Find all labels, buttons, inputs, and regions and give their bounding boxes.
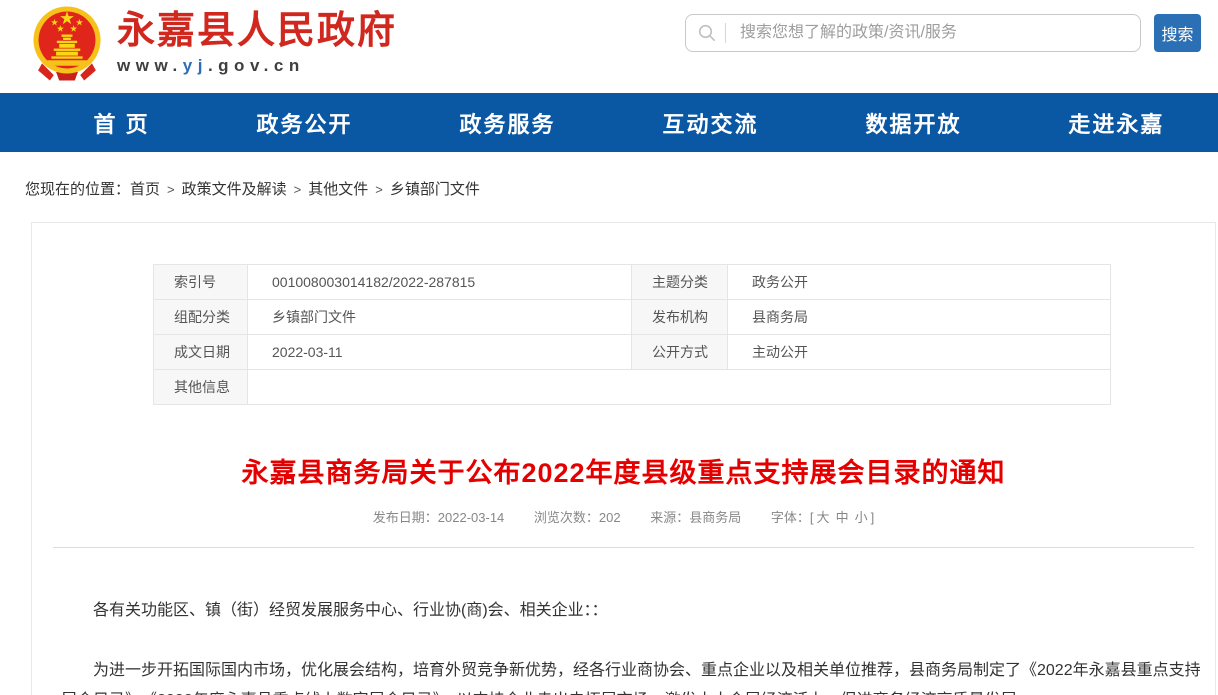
table-row: 其他信息 [154, 370, 1111, 405]
search-button[interactable]: 搜索 [1154, 14, 1201, 52]
site-header: 永嘉县人民政府 www.yj.gov.cn 搜索 [0, 0, 1218, 93]
article-paragraph: 为进一步开拓国际国内市场，优化展会结构，培育外贸竞争新优势，经各行业商协会、重点… [61, 656, 1205, 695]
table-row: 成文日期 2022-03-11 公开方式 主动公开 [154, 335, 1111, 370]
breadcrumb: 您现在的位置：首页 > 政策文件及解读 > 其他文件 > 乡镇部门文件 [0, 152, 1218, 222]
breadcrumb-separator: > [167, 182, 175, 197]
breadcrumb-other-docs[interactable]: 其他文件 [308, 181, 368, 198]
search-box [685, 14, 1141, 52]
search-area: 搜索 [685, 14, 1201, 52]
font-size-small-button[interactable]: 小 [855, 510, 868, 525]
article-salutation: 各有关功能区、镇（街）经贸发展服务中心、行业协(商)会、相关企业：： [61, 596, 1205, 626]
article-body: 各有关功能区、镇（街）经贸发展服务中心、行业协(商)会、相关企业：： 为进一步开… [32, 548, 1215, 695]
group-category-value: 乡镇部门文件 [248, 300, 632, 335]
content-panel: 索引号 001008003014182/2022-287815 主题分类 政务公… [31, 222, 1216, 695]
disclosure-method-label: 公开方式 [632, 335, 728, 370]
search-divider [725, 23, 726, 43]
issue-date-label: 成文日期 [154, 335, 248, 370]
brand-text: 永嘉县人民政府 www.yj.gov.cn [117, 4, 397, 76]
national-emblem-icon [28, 4, 106, 90]
breadcrumb-prefix: 您现在的位置： [25, 181, 130, 198]
breadcrumb-separator: > [294, 182, 302, 197]
site-logo-link[interactable]: 永嘉县人民政府 www.yj.gov.cn [28, 4, 397, 90]
nav-item-about-yongjia[interactable]: 走进永嘉 [1068, 107, 1164, 139]
article-meta: 发布日期：2022-03-14 浏览次数：202 来源：县商务局 字体：[大中小… [32, 507, 1215, 526]
source: 来源：县商务局 [650, 510, 741, 525]
issuing-agency-value: 县商务局 [728, 300, 1111, 335]
view-count: 浏览次数：202 [534, 510, 621, 525]
breadcrumb-policy-docs[interactable]: 政策文件及解读 [182, 181, 287, 198]
font-size-medium-button[interactable]: 中 [836, 510, 849, 525]
main-nav: 首 页 政务公开 政务服务 互动交流 数据开放 走进永嘉 [0, 93, 1218, 152]
article-title: 永嘉县商务局关于公布2022年度县级重点支持展会目录的通知 [52, 451, 1195, 490]
breadcrumb-separator: > [375, 182, 383, 197]
publish-date: 发布日期：2022-03-14 [373, 510, 505, 525]
issue-date-value: 2022-03-11 [248, 335, 632, 370]
disclosure-method-value: 主动公开 [728, 335, 1111, 370]
nav-item-open-data[interactable]: 数据开放 [865, 107, 961, 139]
font-size-controls: 字体：[大中小] [771, 510, 874, 525]
group-category-label: 组配分类 [154, 300, 248, 335]
topic-category-value: 政务公开 [728, 265, 1111, 300]
nav-item-gov-services[interactable]: 政务服务 [460, 107, 556, 139]
issuing-agency-label: 发布机构 [632, 300, 728, 335]
search-icon [698, 24, 716, 42]
other-info-label: 其他信息 [154, 370, 248, 405]
other-info-value [248, 370, 1111, 405]
index-number-label: 索引号 [154, 265, 248, 300]
table-row: 索引号 001008003014182/2022-287815 主题分类 政务公… [154, 265, 1111, 300]
search-input[interactable] [738, 23, 1128, 43]
document-info-table: 索引号 001008003014182/2022-287815 主题分类 政务公… [153, 264, 1111, 405]
topic-category-label: 主题分类 [632, 265, 728, 300]
site-title: 永嘉县人民政府 [117, 8, 397, 54]
nav-item-home[interactable]: 首 页 [93, 107, 149, 139]
index-number-value: 001008003014182/2022-287815 [248, 265, 632, 300]
nav-item-gov-disclosure[interactable]: 政务公开 [257, 107, 353, 139]
font-size-large-button[interactable]: 大 [817, 510, 830, 525]
breadcrumb-home[interactable]: 首页 [130, 181, 160, 198]
table-row: 组配分类 乡镇部门文件 发布机构 县商务局 [154, 300, 1111, 335]
page: 永嘉县人民政府 www.yj.gov.cn 搜索 首 页 政务公开 政务服务 互… [0, 0, 1218, 695]
site-url: www.yj.gov.cn [117, 56, 397, 76]
nav-item-interaction[interactable]: 互动交流 [662, 107, 758, 139]
breadcrumb-town-dept-docs[interactable]: 乡镇部门文件 [390, 181, 480, 198]
